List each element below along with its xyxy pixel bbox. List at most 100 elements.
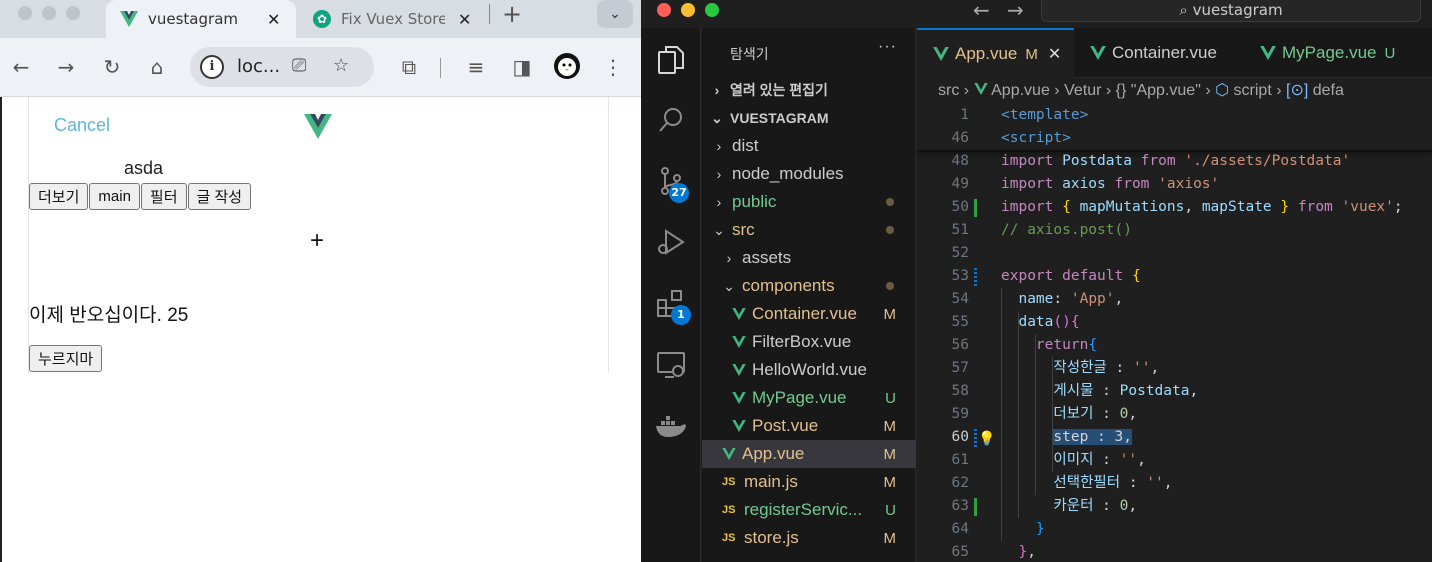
new-tab-button[interactable]: + <box>502 0 522 28</box>
add-post-plus-button[interactable]: + <box>310 227 324 255</box>
explorer-item-mypage-vue[interactable]: MyPage.vue U <box>702 384 916 412</box>
site-info-icon[interactable]: i <box>200 55 224 79</box>
explorer-item-store-js[interactable]: JS store.js M <box>702 524 916 552</box>
code-line[interactable]: 61 이미지 : '', <box>917 449 1432 472</box>
address-bar[interactable]: i loc... ⎚ ☆ <box>190 47 374 87</box>
command-center-search[interactable]: ⌕ vuestagram <box>1041 0 1421 22</box>
git-added-gutter-mark[interactable] <box>974 498 977 516</box>
code-line[interactable]: 54 name: 'App', <box>917 288 1432 311</box>
tab-search-dropdown[interactable]: ⌄ <box>597 0 633 28</box>
code-line[interactable]: 57 작성한글 : '', <box>917 357 1432 380</box>
url-text[interactable]: loc... <box>237 56 280 77</box>
breadcrumb-item[interactable]: src <box>938 82 959 99</box>
tab-fix-vuex-store[interactable]: ✿ Fix Vuex Store ✕ <box>303 0 483 38</box>
breadcrumb-item[interactable]: {} "App.vue" <box>1116 82 1201 99</box>
code-line[interactable]: 50 import { mapMutations, mapState } from… <box>917 196 1432 219</box>
code-line[interactable]: 48 import Postdata from './assets/Postdat… <box>917 150 1432 173</box>
breadcrumb-item[interactable]: App.vue <box>991 82 1050 99</box>
search-icon[interactable] <box>655 104 687 136</box>
git-modified-gutter-mark[interactable] <box>974 268 977 286</box>
tab-mypage-vue[interactable]: MyPage.vue U <box>1244 28 1432 78</box>
chevron-right-icon: › <box>1205 82 1216 99</box>
window-close-dot[interactable] <box>657 3 671 17</box>
back-arrow-icon[interactable]: ← <box>6 52 36 82</box>
tab-vuestagram[interactable]: vuestagram ✕ <box>106 0 296 38</box>
explorer-item-assets[interactable]: › assets <box>702 244 916 272</box>
window-zoom-dot[interactable] <box>705 3 719 17</box>
tab-close-icon[interactable]: ✕ <box>458 10 471 29</box>
code-line[interactable]: 62 선택한필터 : '', <box>917 472 1432 495</box>
code-text: <template> <box>1001 107 1089 123</box>
more-button[interactable]: 더보기 <box>29 183 89 210</box>
home-icon[interactable]: ⌂ <box>142 52 172 82</box>
git-modified-gutter-mark[interactable] <box>974 429 977 447</box>
run-debug-icon[interactable] <box>655 226 687 258</box>
tab-close-icon[interactable]: ✕ <box>267 10 280 29</box>
side-panel-icon[interactable]: ◨ <box>507 52 537 82</box>
explorer-item-post-vue[interactable]: Post.vue M <box>702 412 916 440</box>
tab-app-vue[interactable]: App.vue M ✕ <box>917 28 1074 78</box>
code-line[interactable]: 49 import axios from 'axios' <box>917 173 1432 196</box>
window-minimize-dot[interactable] <box>42 6 56 20</box>
reload-icon[interactable]: ↻ <box>97 52 127 82</box>
code-line[interactable]: 59 더보기 : 0, <box>917 403 1432 426</box>
git-added-gutter-mark[interactable] <box>974 199 977 217</box>
code-editor[interactable]: 1 <template> 46 <script> 48 import Postdata f… <box>917 104 1432 562</box>
code-line[interactable]: 1 <template> <box>917 104 1432 127</box>
explorer-more-actions-button[interactable]: ··· <box>878 38 897 56</box>
explorer-item-dist[interactable]: › dist <box>702 132 916 160</box>
cube-icon: ⬡ <box>1215 82 1230 99</box>
menu-kebab-icon[interactable]: ⋮ <box>598 52 628 82</box>
window-minimize-dot[interactable] <box>681 3 695 17</box>
breadcrumb-item[interactable]: script <box>1234 82 1272 99</box>
open-editors-section[interactable]: › 열려 있는 편집기 <box>702 76 916 104</box>
explorer-item-src[interactable]: ⌄ src <box>702 216 916 244</box>
extensions-puzzle-icon[interactable]: ⧉ <box>394 52 424 82</box>
code-line[interactable]: 63 카운터 : 0, <box>917 495 1432 518</box>
forward-arrow-icon[interactable]: → <box>51 52 81 82</box>
breadcrumb-item[interactable]: Vetur <box>1064 82 1101 99</box>
code-line[interactable]: 55 data(){ <box>917 311 1432 334</box>
explorer-item-container-vue[interactable]: Container.vue M <box>702 300 916 328</box>
explorer-item-app-vue[interactable]: App.vue M <box>702 440 916 468</box>
tab-container-vue[interactable]: Container.vue <box>1074 28 1244 78</box>
code-line[interactable]: 65 }, <box>917 541 1432 562</box>
code-line[interactable]: 60 💡 step : 3, <box>917 426 1432 449</box>
back-arrow-icon[interactable]: ← <box>973 0 990 22</box>
explorer-item-main-js[interactable]: JS main.js M <box>702 468 916 496</box>
filter-button[interactable]: 필터 <box>140 183 187 210</box>
code-line[interactable]: 64 } <box>917 518 1432 541</box>
explorer-files-icon[interactable] <box>655 44 687 76</box>
window-close-dot[interactable] <box>18 6 32 20</box>
bookmark-star-icon[interactable]: ☆ <box>333 55 349 76</box>
code-line[interactable]: 56 return{ <box>917 334 1432 357</box>
explorer-item-node-modules[interactable]: › node_modules <box>702 160 916 188</box>
code-line[interactable]: 46 <script> <box>917 127 1432 150</box>
write-post-button[interactable]: 글 작성 <box>187 183 252 210</box>
remote-explorer-icon[interactable] <box>655 349 687 381</box>
main-button[interactable]: main <box>89 183 140 210</box>
forward-arrow-icon[interactable]: → <box>1007 0 1024 22</box>
indent-guide <box>1001 288 1002 541</box>
explorer-item-registerservic-[interactable]: JS registerServic... U <box>702 496 916 524</box>
code-line[interactable]: 58 게시물 : Postdata, <box>917 380 1432 403</box>
profile-avatar[interactable] <box>554 53 580 79</box>
explorer-item-components[interactable]: ⌄ components <box>702 272 916 300</box>
code-line[interactable]: 51 // axios.post() <box>917 219 1432 242</box>
tab-close-icon[interactable]: ✕ <box>1048 44 1061 64</box>
breadcrumb-item[interactable]: defa <box>1313 82 1344 99</box>
project-section[interactable]: ⌄ VUESTAGRAM <box>702 104 916 132</box>
install-app-icon[interactable]: ⎚ <box>292 55 306 76</box>
code-line[interactable]: 53 export default { <box>917 265 1432 288</box>
cancel-link[interactable]: Cancel <box>54 115 110 136</box>
code-text: 이미지 : '', <box>1053 452 1146 468</box>
code-line[interactable]: 52 <box>917 242 1432 265</box>
do-not-press-button[interactable]: 누르지마 <box>29 345 103 372</box>
explorer-item-filterbox-vue[interactable]: FilterBox.vue <box>702 328 916 356</box>
media-controls-icon[interactable]: ≡ <box>461 52 491 82</box>
explorer-item-public[interactable]: › public <box>702 188 916 216</box>
docker-whale-icon[interactable] <box>655 410 687 442</box>
window-zoom-dot[interactable] <box>66 6 80 20</box>
lightbulb-icon[interactable]: 💡 <box>978 428 995 451</box>
explorer-item-helloworld-vue[interactable]: HelloWorld.vue <box>702 356 916 384</box>
